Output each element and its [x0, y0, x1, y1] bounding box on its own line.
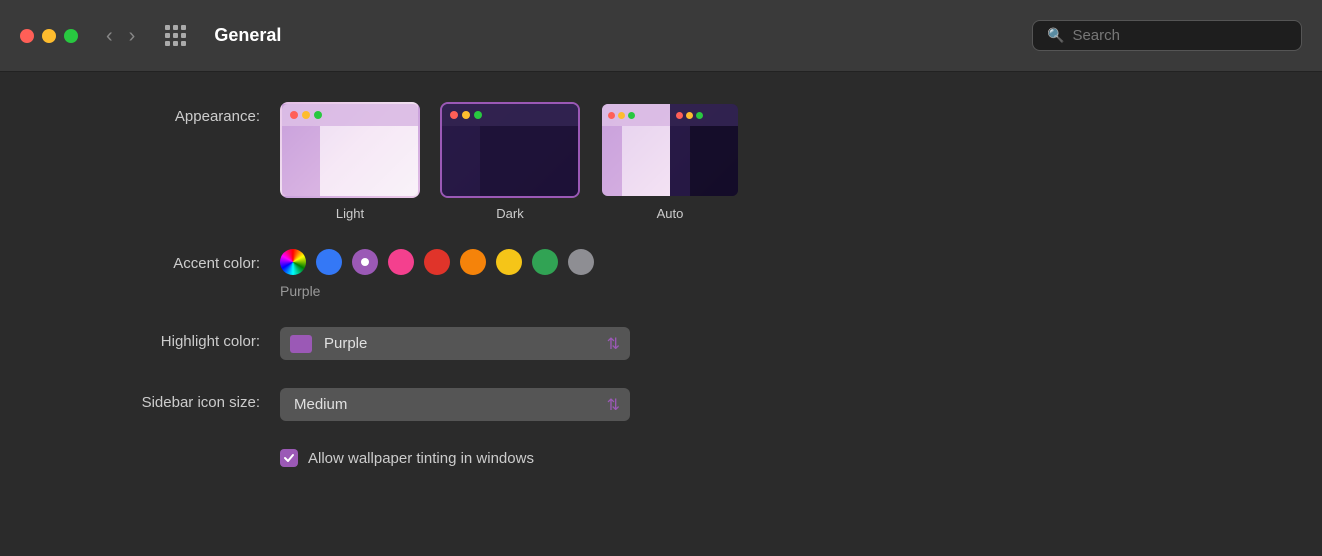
appearance-auto-label: Auto: [657, 206, 684, 221]
thumb-dot: [314, 111, 322, 119]
highlight-color-select[interactable]: Purple Blue Pink Red Orange Yellow Green…: [280, 327, 630, 360]
sidebar-icon-size-wrapper: Small Medium Large ⇅: [280, 388, 630, 421]
accent-yellow[interactable]: [496, 249, 522, 275]
sidebar-icon-size-dropdown-row: Small Medium Large ⇅: [280, 388, 630, 421]
minimize-button[interactable]: [42, 29, 56, 43]
search-icon: 🔍: [1047, 27, 1064, 44]
accent-color-label: Accent color:: [60, 249, 280, 272]
thumb-auto-main-l: [622, 126, 670, 196]
thumb-dot: [676, 112, 683, 119]
highlight-color-dropdown-row: Purple Blue Pink Red Orange Yellow Green…: [280, 327, 630, 360]
titlebar: ‹ › General 🔍: [0, 0, 1322, 72]
accent-graphite[interactable]: [568, 249, 594, 275]
appearance-label: Appearance:: [60, 102, 280, 125]
checkmark-icon: [283, 452, 295, 464]
appearance-thumb-light[interactable]: [280, 102, 420, 198]
appearance-auto[interactable]: Auto: [600, 102, 740, 221]
thumb-auto-left: [602, 104, 670, 196]
grid-dot: [173, 25, 178, 30]
grid-dot: [173, 33, 178, 38]
appearance-dark-label: Dark: [496, 206, 523, 221]
close-button[interactable]: [20, 29, 34, 43]
thumb-auto-sidebar-l: [602, 126, 622, 196]
thumb-dot: [628, 112, 635, 119]
accent-green[interactable]: [532, 249, 558, 275]
thumb-dark-main: [480, 126, 578, 196]
appearance-thumb-dark[interactable]: [440, 102, 580, 198]
accent-color-row: Accent color:: [60, 249, 1262, 299]
thumb-auto-titlebar-right: [670, 104, 738, 126]
wallpaper-tinting-label: Allow wallpaper tinting in windows: [308, 450, 534, 467]
search-input[interactable]: [1072, 27, 1287, 44]
grid-dot: [181, 33, 186, 38]
search-box: 🔍: [1032, 20, 1302, 51]
thumb-light-sidebar: [282, 126, 320, 196]
forward-button[interactable]: ›: [123, 24, 142, 48]
thumb-dot: [686, 112, 693, 119]
thumb-auto-right: [670, 104, 738, 196]
thumb-dot: [450, 111, 458, 119]
accent-blue[interactable]: [316, 249, 342, 275]
grid-dot: [165, 41, 170, 46]
thumb-light-titlebar: [282, 104, 418, 126]
app-grid-icon[interactable]: [165, 25, 186, 46]
appearance-thumb-auto[interactable]: [600, 102, 740, 198]
highlight-color-row: Highlight color: Purple Blue Pink Red Or…: [60, 327, 1262, 360]
grid-dot: [181, 41, 186, 46]
sidebar-icon-size-label: Sidebar icon size:: [60, 388, 280, 411]
appearance-dark[interactable]: Dark: [440, 102, 580, 221]
thumb-dot: [608, 112, 615, 119]
sidebar-icon-size-select[interactable]: Small Medium Large: [280, 388, 630, 421]
thumb-dot: [474, 111, 482, 119]
highlight-color-label: Highlight color:: [60, 327, 280, 350]
thumb-auto-titlebar-left: [602, 104, 670, 126]
accent-purple[interactable]: [352, 249, 378, 275]
thumb-dot: [696, 112, 703, 119]
thumb-dark-titlebar: [442, 104, 578, 126]
thumb-dark-body: [442, 126, 578, 196]
grid-dot: [181, 25, 186, 30]
thumb-dot: [462, 111, 470, 119]
maximize-button[interactable]: [64, 29, 78, 43]
thumb-dot: [290, 111, 298, 119]
accent-pink[interactable]: [388, 249, 414, 275]
wallpaper-tinting-row: Allow wallpaper tinting in windows: [280, 449, 1262, 467]
thumb-dark-sidebar: [442, 126, 480, 196]
accent-colors: [280, 249, 594, 275]
accent-section: Purple: [280, 249, 594, 299]
thumb-dot: [302, 111, 310, 119]
grid-dot: [165, 25, 170, 30]
thumb-auto-sidebar-r: [670, 126, 690, 196]
thumb-dot: [618, 112, 625, 119]
appearance-options: Light Dark: [280, 102, 740, 221]
thumb-light-main: [320, 126, 418, 196]
accent-multicolor[interactable]: [280, 249, 306, 275]
nav-buttons: ‹ ›: [100, 24, 141, 48]
thumb-light-body: [282, 126, 418, 196]
appearance-light-label: Light: [336, 206, 364, 221]
thumb-auto-body-right: [670, 126, 738, 196]
accent-orange[interactable]: [460, 249, 486, 275]
thumb-auto-main-r: [690, 126, 738, 196]
appearance-light[interactable]: Light: [280, 102, 420, 221]
sidebar-icon-size-row: Sidebar icon size: Small Medium Large ⇅: [60, 388, 1262, 421]
thumb-auto-body-left: [602, 126, 670, 196]
page-title: General: [214, 25, 1018, 46]
accent-red[interactable]: [424, 249, 450, 275]
back-button[interactable]: ‹: [100, 24, 119, 48]
wallpaper-tinting-checkbox[interactable]: [280, 449, 298, 467]
main-content: Appearance: Light: [0, 72, 1322, 497]
appearance-row: Appearance: Light: [60, 102, 1262, 221]
grid-dot: [173, 41, 178, 46]
traffic-lights: [20, 29, 78, 43]
accent-selected-name: Purple: [280, 283, 594, 299]
grid-dot: [165, 33, 170, 38]
highlight-wrapper: Purple Blue Pink Red Orange Yellow Green…: [280, 327, 630, 360]
